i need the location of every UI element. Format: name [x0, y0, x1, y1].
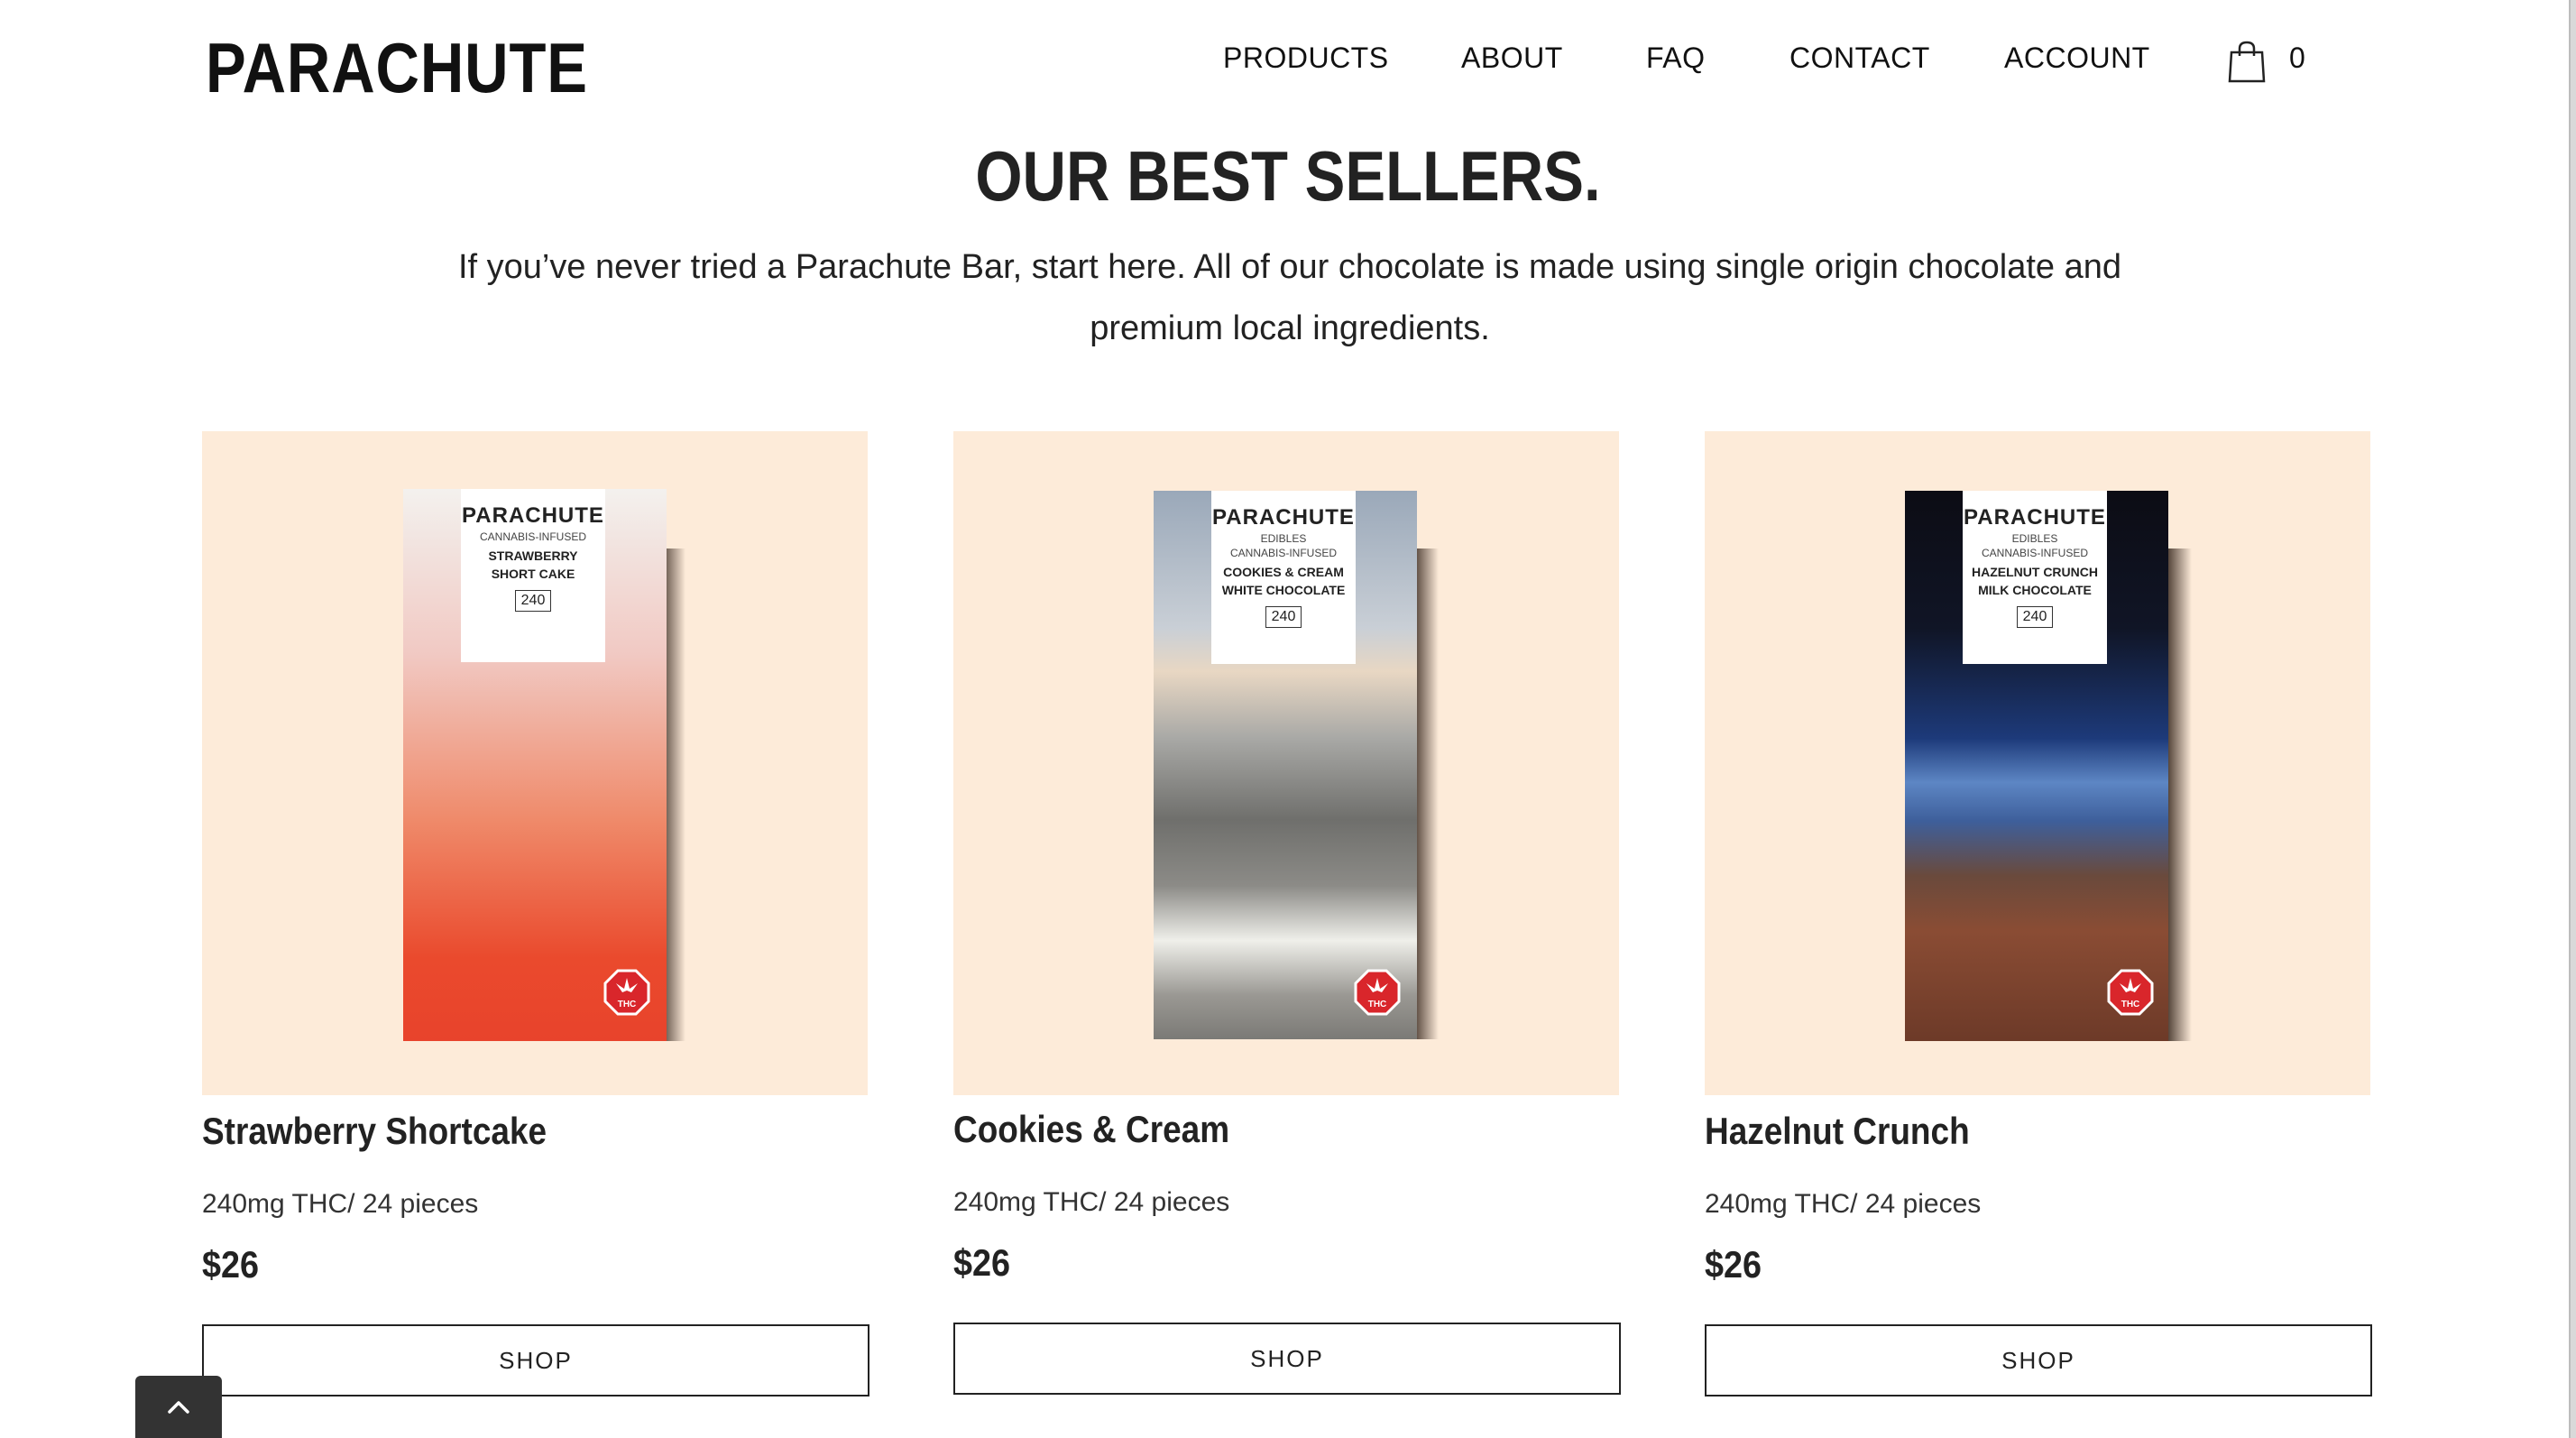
package-flavor-line2: MILK CHOCOLATE: [1978, 583, 2092, 597]
shop-button[interactable]: SHOP: [953, 1323, 1621, 1395]
package-hazelnut-crunch: PARACHUTE EDIBLES CANNABIS-INFUSED HAZEL…: [1905, 491, 2168, 1041]
thc-warning-icon: THC: [2107, 969, 2154, 1016]
product-image[interactable]: PARACHUTE EDIBLES CANNABIS-INFUSED HAZEL…: [1705, 431, 2370, 1095]
product-description: 240mg THC/ 24 pieces: [202, 1189, 479, 1219]
nav-account[interactable]: ACCOUNT: [2004, 41, 2150, 75]
package-brand: PARACHUTE: [1964, 505, 2106, 530]
shopping-bag-icon[interactable]: [2228, 40, 2266, 83]
package-shadow: [2167, 548, 2192, 1041]
package-cookies-cream: PARACHUTE EDIBLES CANNABIS-INFUSED COOKI…: [1154, 491, 1417, 1039]
product-title[interactable]: Hazelnut Crunch: [1705, 1110, 1970, 1153]
package-flavor-line2: SHORT CAKE: [491, 567, 575, 581]
package-flavor: STRAWBERRY: [488, 548, 578, 563]
product-price: $26: [202, 1243, 260, 1286]
product-image[interactable]: PARACHUTE EDIBLES CANNABIS-INFUSED COOKI…: [953, 431, 1619, 1095]
package-label: PARACHUTE CANNABIS-INFUSED STRAWBERRY SH…: [461, 489, 605, 662]
package-dose: 240: [1265, 606, 1302, 628]
section-intro: If you’ve never tried a Parachute Bar, s…: [457, 248, 2122, 347]
package-label: PARACHUTE EDIBLES CANNABIS-INFUSED HAZEL…: [1963, 491, 2107, 664]
package-flavor: COOKIES & CREAM: [1223, 565, 1344, 579]
nav-products[interactable]: PRODUCTS: [1223, 41, 1389, 75]
package-dose: 240: [2016, 606, 2054, 628]
product-image[interactable]: PARACHUTE CANNABIS-INFUSED STRAWBERRY SH…: [202, 431, 868, 1095]
nav-contact[interactable]: CONTACT: [1789, 41, 1930, 75]
package-flavor-line2: WHITE CHOCOLATE: [1221, 583, 1346, 597]
thc-warning-icon: THC: [603, 969, 650, 1016]
package-type: CANNABIS-INFUSED: [1229, 547, 1337, 559]
product-price: $26: [1705, 1243, 1762, 1286]
page-title: OUR BEST SELLERS.: [975, 136, 1601, 216]
chevron-up-icon: [168, 1401, 189, 1414]
package-label: PARACHUTE EDIBLES CANNABIS-INFUSED COOKI…: [1211, 491, 1356, 664]
product-description: 240mg THC/ 24 pieces: [953, 1187, 1230, 1217]
package-flavor: HAZELNUT CRUNCH: [1972, 565, 2098, 579]
product-title[interactable]: Cookies & Cream: [953, 1108, 1229, 1151]
thc-warning-icon: THC: [1354, 969, 1401, 1016]
thc-badge-label: THC: [1368, 1000, 1387, 1009]
package-type: CANNABIS-INFUSED: [1981, 547, 2088, 559]
window-edge: [2569, 0, 2576, 1438]
package-sub: EDIBLES: [2011, 532, 2058, 545]
package-sub: EDIBLES: [1260, 532, 1307, 545]
package-dose: 240: [514, 590, 552, 612]
shop-button[interactable]: SHOP: [1705, 1324, 2372, 1397]
thc-badge-label: THC: [2121, 1000, 2140, 1009]
package-shadow: [1413, 548, 1439, 1039]
cart-count[interactable]: 0: [2289, 41, 2305, 75]
package-strawberry-shortcake: PARACHUTE CANNABIS-INFUSED STRAWBERRY SH…: [403, 489, 667, 1041]
product-description: 240mg THC/ 24 pieces: [1705, 1189, 1982, 1219]
thc-badge-label: THC: [618, 1000, 637, 1009]
package-type: CANNABIS-INFUSED: [479, 530, 586, 543]
product-price: $26: [953, 1241, 1011, 1284]
nav-about[interactable]: ABOUT: [1461, 41, 1563, 75]
shop-button[interactable]: SHOP: [202, 1324, 869, 1397]
package-brand: PARACHUTE: [1212, 505, 1355, 530]
back-to-top-button[interactable]: [135, 1376, 222, 1438]
nav-faq[interactable]: FAQ: [1646, 41, 1706, 75]
package-brand: PARACHUTE: [462, 503, 604, 528]
product-title[interactable]: Strawberry Shortcake: [202, 1110, 547, 1153]
main-nav: PRODUCTS ABOUT FAQ CONTACT ACCOUNT: [0, 41, 2576, 78]
